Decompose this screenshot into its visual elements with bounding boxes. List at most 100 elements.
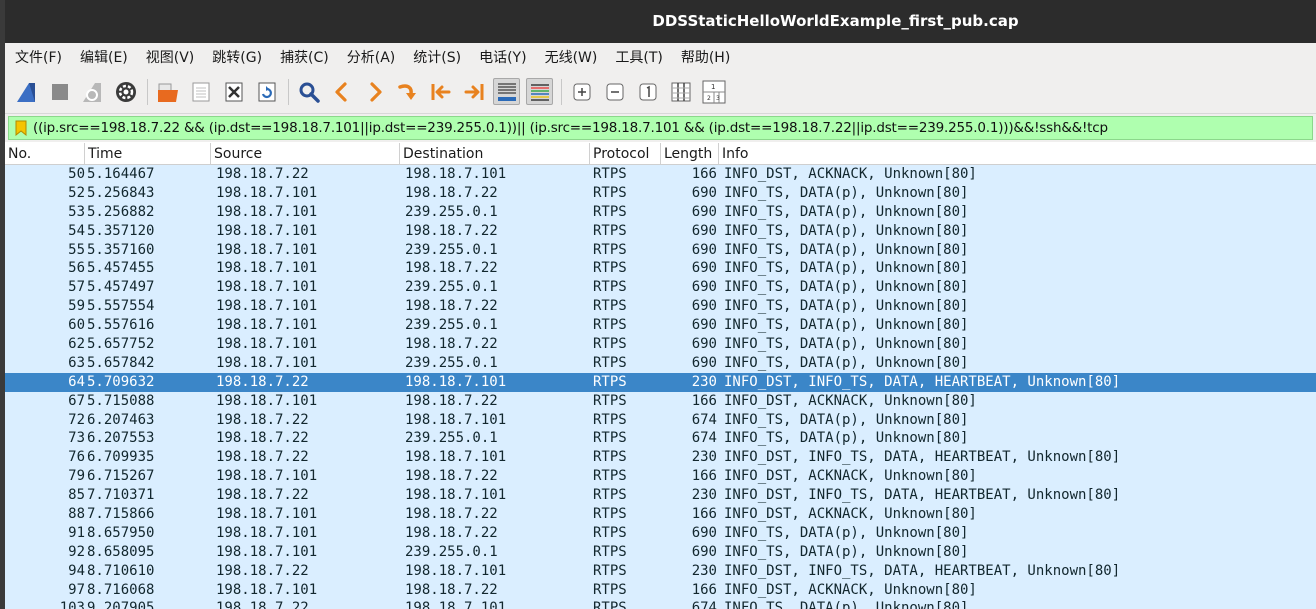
table-row[interactable]: 53 5.256882 198.18.7.101 239.255.0.1 RTPS 690…	[5, 202, 1316, 222]
table-row[interactable]: 54 5.357120 198.18.7.101 198.18.7.22 RTPS 690…	[5, 221, 1316, 241]
column-header-protocol[interactable]: Protocol	[590, 143, 661, 164]
table-row[interactable]: 97 8.716068 198.18.7.101 198.18.7.22 RTPS 166…	[5, 580, 1316, 600]
table-row[interactable]: 63 5.657842 198.18.7.101 239.255.0.1 RTPS 690…	[5, 353, 1316, 373]
table-row[interactable]: 94 8.710610 198.18.7.22 198.18.7.101 RTPS 230…	[5, 561, 1316, 581]
packet-source: 198.18.7.101	[216, 524, 318, 541]
packet-length: 690	[691, 279, 717, 296]
packet-protocol: RTPS	[593, 543, 627, 560]
open-file-icon[interactable]	[154, 78, 181, 105]
menu-edit[interactable]: 编辑(E)	[70, 47, 136, 67]
table-row[interactable]: 62 5.657752 198.18.7.101 198.18.7.22 RTPS 690…	[5, 335, 1316, 354]
go-forward-icon[interactable]	[361, 78, 388, 105]
packet-length: 690	[691, 298, 717, 315]
table-row[interactable]: 67 5.715088 198.18.7.101 198.18.7.22 RTPS 166…	[5, 391, 1316, 411]
menu-file[interactable]: 文件(F)	[5, 47, 70, 67]
packet-no: 88	[68, 506, 85, 523]
menu-wireless[interactable]: 无线(W)	[535, 47, 606, 67]
table-row[interactable]: 59 5.557554 198.18.7.101 198.18.7.22 RTPS 690…	[5, 297, 1316, 317]
table-row[interactable]: 85 7.710371 198.18.7.22 198.18.7.101 RTPS 230…	[5, 486, 1316, 506]
packet-no: 60	[68, 317, 85, 334]
packet-no: 92	[68, 543, 85, 560]
packet-length: 690	[691, 241, 717, 258]
column-header-info[interactable]: Info	[719, 143, 1316, 164]
packet-source: 198.18.7.22	[216, 487, 309, 504]
table-row[interactable]: 88 7.715866 198.18.7.101 198.18.7.22 RTPS 166…	[5, 505, 1316, 524]
column-header-length[interactable]: Length	[661, 143, 719, 164]
menu-go[interactable]: 跳转(G)	[202, 47, 270, 67]
reload-file-icon[interactable]	[253, 78, 280, 105]
menu-analyze[interactable]: 分析(A)	[337, 47, 404, 67]
go-back-icon[interactable]	[328, 78, 355, 105]
auto-scroll-icon[interactable]	[493, 78, 520, 105]
packet-source: 198.18.7.101	[216, 506, 318, 523]
packet-length: 166	[691, 468, 717, 485]
packet-time: 5.164467	[87, 166, 155, 182]
start-capture-icon[interactable]	[13, 78, 40, 105]
table-row[interactable]: 72 6.207463 198.18.7.22 198.18.7.101 RTPS 674…	[5, 410, 1316, 430]
table-row[interactable]: 76 6.709935 198.18.7.22 198.18.7.101 RTPS 230…	[5, 448, 1316, 468]
packet-destination: 198.18.7.22	[405, 468, 498, 485]
table-row[interactable]: 50 5.164467 198.18.7.22 198.18.7.101 RTPS 166…	[5, 165, 1316, 184]
packet-source: 198.18.7.22	[216, 430, 309, 447]
close-file-icon[interactable]	[220, 78, 247, 105]
table-row[interactable]: 60 5.557616 198.18.7.101 239.255.0.1 RTPS 690…	[5, 316, 1316, 336]
zoom-in-icon[interactable]	[568, 78, 595, 105]
packet-destination: 239.255.0.1	[405, 203, 498, 220]
packet-protocol: RTPS	[593, 241, 627, 258]
packet-no: 59	[68, 298, 85, 315]
column-header-destination[interactable]: Destination	[400, 143, 590, 164]
filter-expression[interactable]: ((ip.src==198.18.7.22 && (ip.dst==198.18…	[33, 120, 1108, 136]
table-row[interactable]: 56 5.457455 198.18.7.101 198.18.7.22 RTPS 690…	[5, 259, 1316, 279]
packet-time: 5.256882	[87, 203, 155, 220]
table-row[interactable]: 92 8.658095 198.18.7.101 239.255.0.1 RTPS 690…	[5, 542, 1316, 562]
packet-time: 5.557554	[87, 298, 155, 315]
packet-destination: 198.18.7.22	[405, 581, 498, 598]
table-row[interactable]: 79 6.715267 198.18.7.101 198.18.7.22 RTPS 166…	[5, 467, 1316, 487]
table-row[interactable]: 55 5.357160 198.18.7.101 239.255.0.1 RTPS 690…	[5, 240, 1316, 260]
packet-no: 54	[68, 222, 85, 239]
normal-size-icon[interactable]	[634, 78, 661, 105]
table-row[interactable]: 57 5.457497 198.18.7.101 239.255.0.1 RTPS 690…	[5, 278, 1316, 298]
menu-capture[interactable]: 捕获(C)	[270, 47, 337, 67]
column-header-time[interactable]: Time	[85, 143, 211, 164]
menu-help[interactable]: 帮助(H)	[671, 47, 738, 67]
colorize-icon[interactable]	[526, 78, 553, 105]
find-packet-icon[interactable]	[295, 78, 322, 105]
go-last-icon[interactable]	[460, 78, 487, 105]
resize-columns-icon[interactable]	[667, 78, 694, 105]
capture-options-icon[interactable]	[112, 78, 139, 105]
menu-tools[interactable]: 工具(T)	[605, 47, 670, 67]
filter-bookmark-icon[interactable]	[9, 117, 33, 139]
packet-destination: 198.18.7.101	[405, 373, 507, 390]
packet-destination: 198.18.7.22	[405, 506, 498, 523]
toolbar-separator	[561, 78, 562, 105]
stop-capture-icon[interactable]	[46, 78, 73, 105]
display-filter-input[interactable]: ((ip.src==198.18.7.22 && (ip.dst==198.18…	[8, 116, 1313, 140]
packet-info: INFO_DST, ACKNACK, Unknown[80]	[724, 506, 977, 523]
zoom-out-icon[interactable]	[601, 78, 628, 105]
table-row[interactable]: 73 6.207553 198.18.7.22 239.255.0.1 RTPS 674 I…	[5, 429, 1316, 449]
packet-destination: 198.18.7.22	[405, 392, 498, 409]
menu-telephony[interactable]: 电话(Y)	[469, 47, 534, 67]
go-to-packet-icon[interactable]	[394, 78, 421, 105]
table-row-selected[interactable]: 64 5.709632 198.18.7.22 198.18.7.101 RTPS 230…	[5, 372, 1316, 392]
go-first-icon[interactable]	[427, 78, 454, 105]
packet-info: INFO_TS, DATA(p), Unknown[80]	[724, 524, 969, 541]
preferences-icon[interactable]: 123	[700, 78, 727, 105]
packet-time: 7.715866	[87, 506, 155, 523]
column-header-no[interactable]: No.	[5, 143, 85, 164]
save-file-icon[interactable]	[187, 78, 214, 105]
packet-destination: 198.18.7.22	[405, 260, 498, 277]
table-row[interactable]: 103 9.207905 198.18.7.22 198.18.7.101 RTPS 67…	[5, 599, 1316, 609]
menu-statistics[interactable]: 统计(S)	[403, 47, 469, 67]
packet-no: 55	[68, 241, 85, 258]
menu-bar: 文件(F) 编辑(E) 视图(V) 跳转(G) 捕获(C) 分析(A) 统计(S) 电话(Y)…	[5, 43, 1316, 70]
window-titlebar[interactable]: DDSStaticHelloWorldExample_first_pub.cap	[5, 0, 1316, 43]
column-header-source[interactable]: Source	[211, 143, 400, 164]
display-filter-bar: ((ip.src==198.18.7.22 && (ip.dst==198.18…	[5, 114, 1316, 142]
table-row[interactable]: 52 5.256843 198.18.7.101 198.18.7.22 RTPS 690…	[5, 183, 1316, 203]
svg-text:3: 3	[716, 95, 720, 102]
table-row[interactable]: 91 8.657950 198.18.7.101 198.18.7.22 RTPS 690…	[5, 523, 1316, 543]
menu-view[interactable]: 视图(V)	[136, 47, 203, 67]
restart-capture-icon[interactable]	[79, 78, 106, 105]
